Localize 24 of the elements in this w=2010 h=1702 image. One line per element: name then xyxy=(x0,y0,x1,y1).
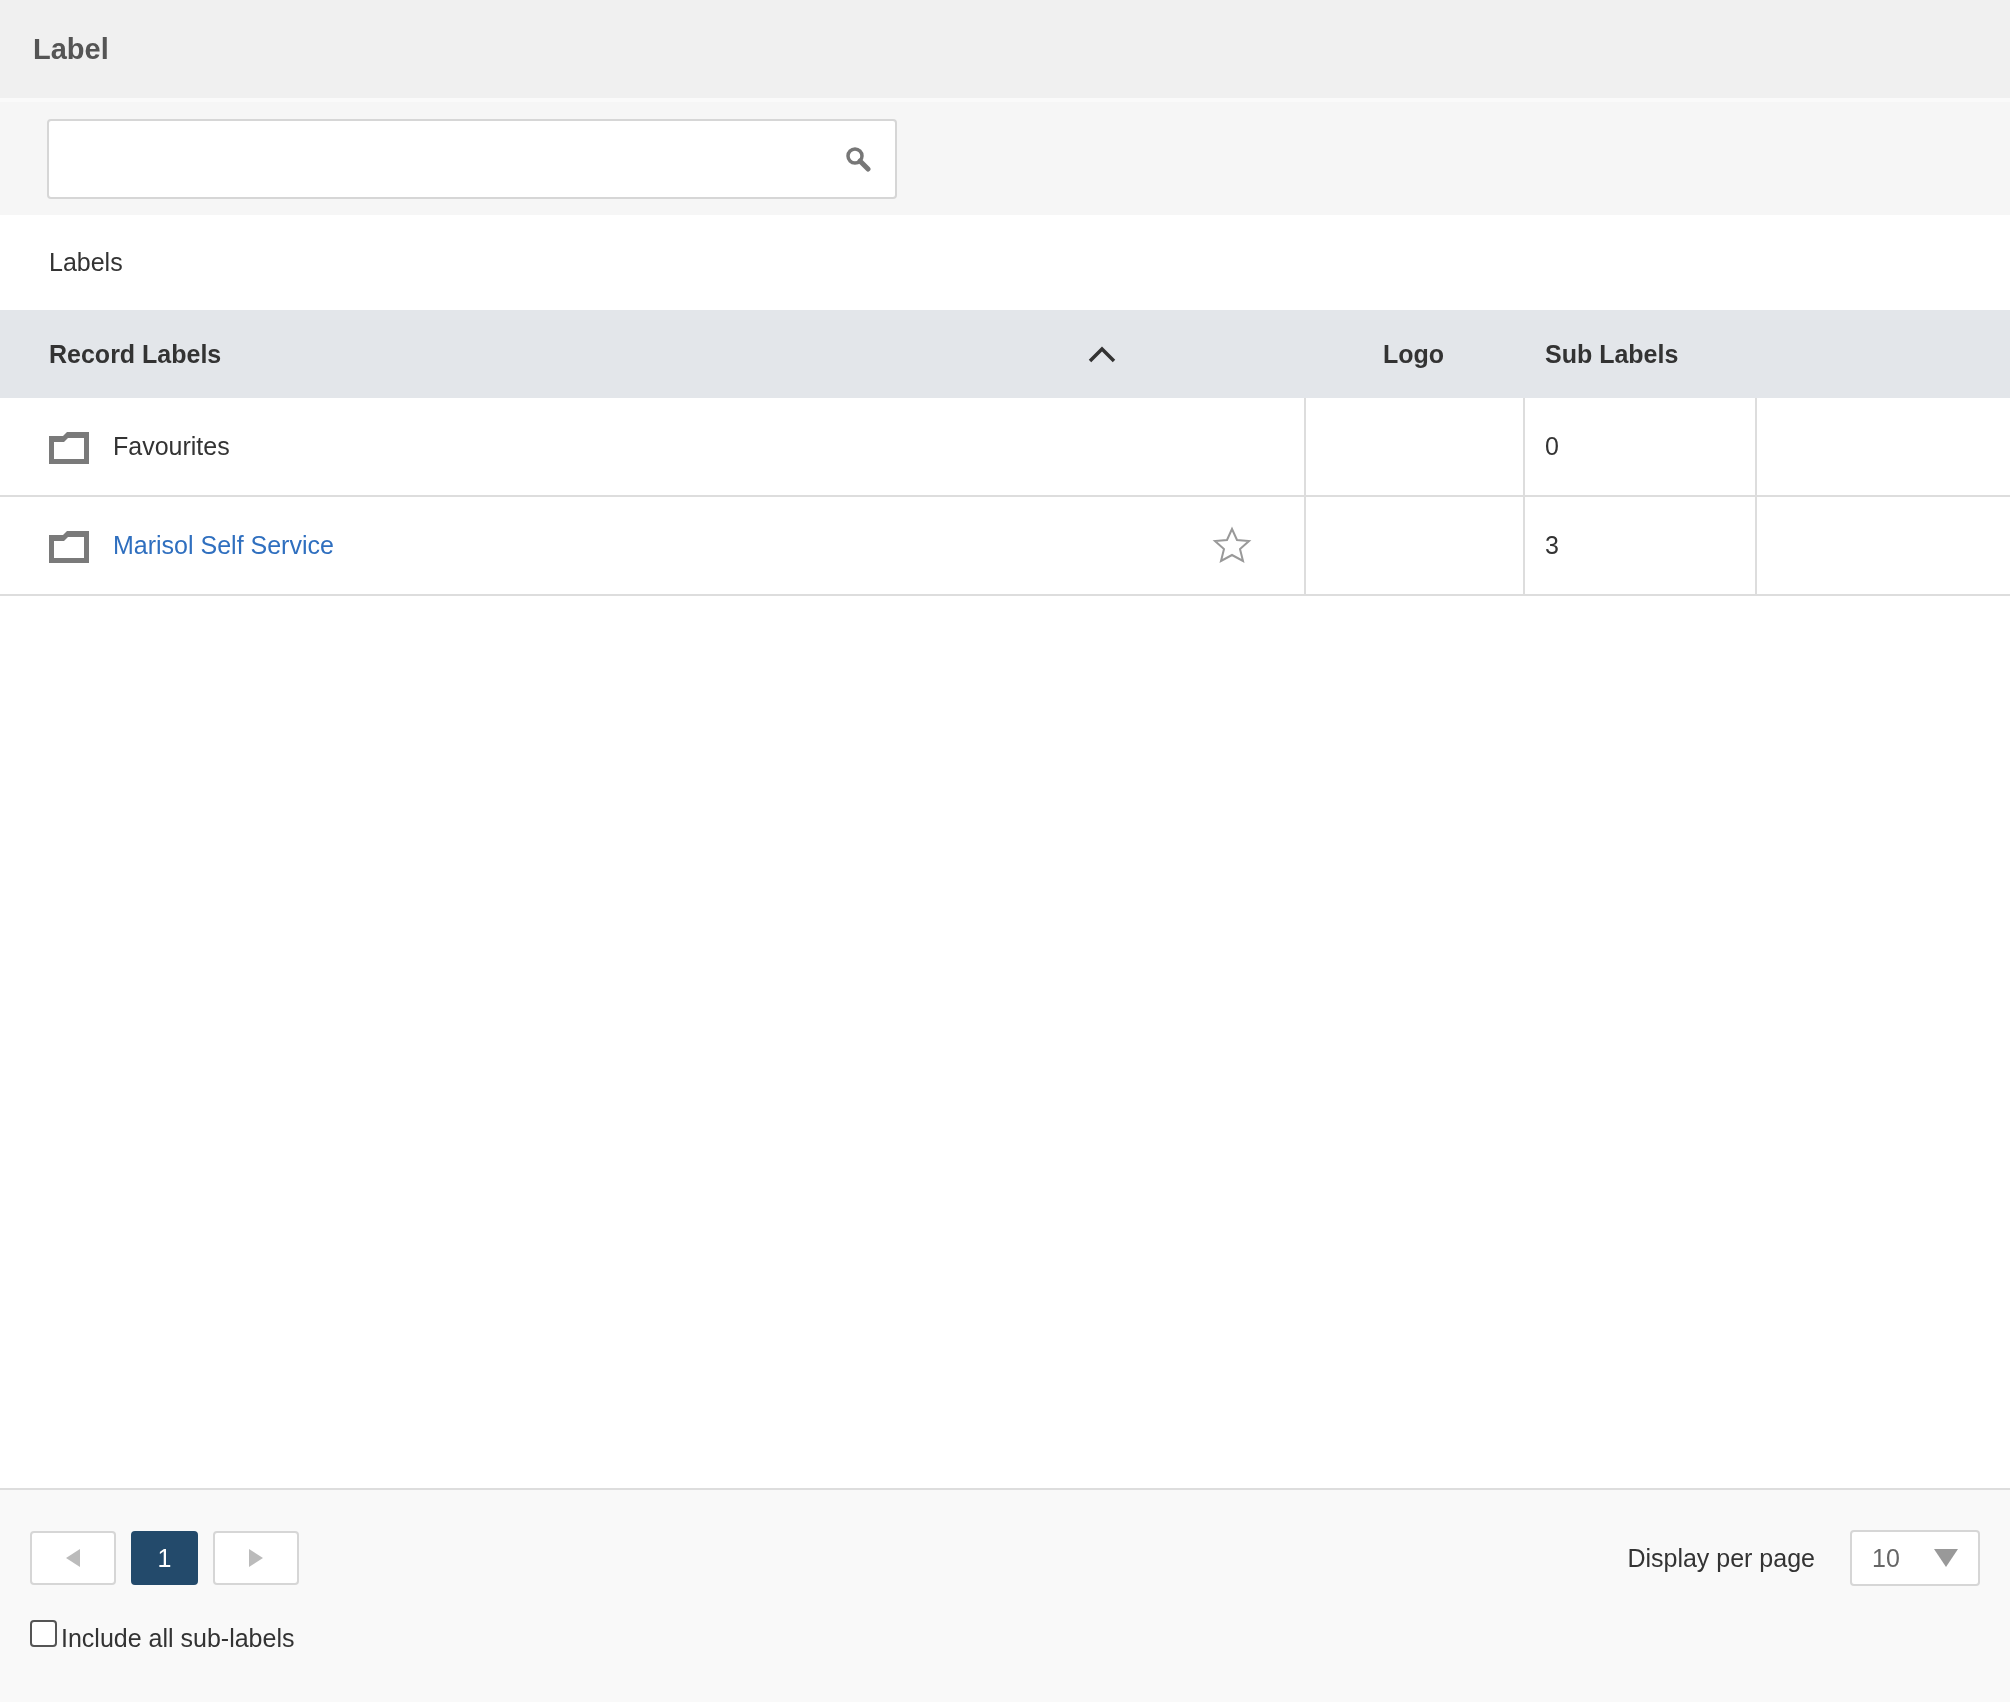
column-header[interactable]: Sub Labels xyxy=(1545,339,1679,369)
right-triangle-icon xyxy=(249,1549,263,1567)
sub-label-count: 0 xyxy=(1544,432,1559,461)
column-header[interactable]: Record Labels xyxy=(49,339,222,369)
sort-caret-icon[interactable] xyxy=(1088,345,1116,363)
column-header[interactable]: Logo xyxy=(1382,339,1445,369)
search-field[interactable] xyxy=(47,118,897,199)
sub-label-count: 3 xyxy=(1544,531,1559,560)
left-triangle-icon xyxy=(66,1549,80,1567)
folder-icon xyxy=(49,429,89,464)
dialog-title: Label xyxy=(33,32,109,66)
search-icon xyxy=(845,145,871,172)
folder-icon xyxy=(49,528,89,563)
dropdown-triangle-icon xyxy=(1934,1549,1958,1567)
previous-page-button[interactable] xyxy=(30,1531,116,1585)
section-title: Labels xyxy=(49,248,123,277)
folder-name[interactable]: Favourites xyxy=(113,432,230,461)
label-link[interactable]: Marisol Self Service xyxy=(113,531,334,560)
next-page-button[interactable] xyxy=(213,1531,299,1585)
per-page-select[interactable]: 10 xyxy=(1850,1530,1980,1586)
per-page-label: Display per page xyxy=(1627,1543,1815,1573)
checkbox-label: Include all sub-labels xyxy=(61,1624,295,1653)
page-button[interactable]: 1 xyxy=(131,1531,198,1585)
checkbox[interactable] xyxy=(30,1620,57,1647)
